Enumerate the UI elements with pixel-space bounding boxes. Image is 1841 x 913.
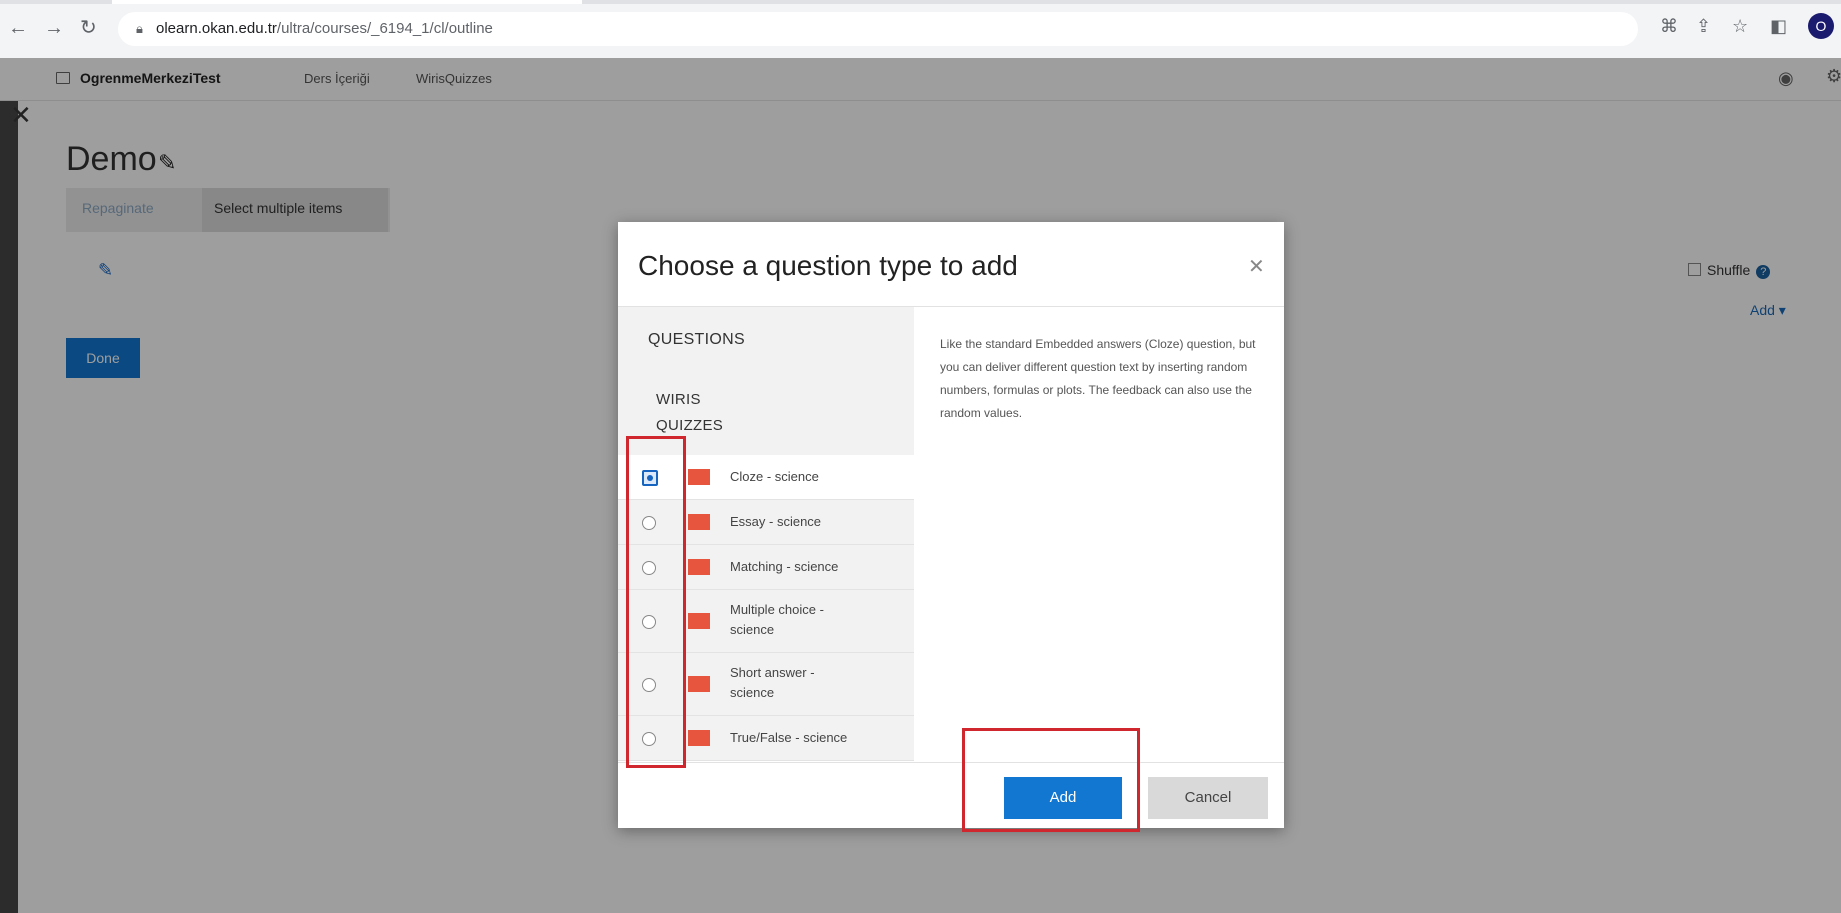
- translate-icon[interactable]: ⌘: [1660, 16, 1678, 37]
- close-icon[interactable]: ✕: [10, 100, 32, 131]
- url-text[interactable]: olearn.okan.edu.tr/ultra/courses/_6194_1…: [156, 20, 493, 37]
- list-item-label: Short answer - science: [730, 665, 815, 700]
- forward-arrow-icon[interactable]: →: [44, 14, 64, 42]
- question-type-dialog: Choose a question type to add ✕ QUESTION…: [618, 222, 1284, 828]
- close-icon[interactable]: ✕: [1248, 254, 1265, 279]
- browser-toolbar: ← → ↻ 🔒︎ olearn.okan.edu.tr/ultra/course…: [0, 0, 1841, 59]
- url-path: /ultra/courses/_6194_1/cl/outline: [276, 20, 493, 37]
- dialog-header: Choose a question type to add ✕: [618, 222, 1284, 307]
- cancel-button[interactable]: Cancel: [1148, 777, 1268, 819]
- matching-icon: [688, 559, 710, 575]
- list-item-label: Multiple choice - science: [730, 602, 824, 637]
- list-item-label: Essay - science: [730, 514, 822, 529]
- list-item-label: Cloze - science: [730, 469, 819, 484]
- lock-icon[interactable]: 🔒︎: [136, 21, 143, 37]
- true-false-icon: [688, 730, 710, 746]
- essay-icon: [688, 514, 710, 530]
- question-type-description: Like the standard Embedded answers (Cloz…: [940, 337, 1256, 420]
- share-icon[interactable]: ⇪: [1696, 16, 1711, 37]
- multiple-choice-icon: [688, 613, 710, 629]
- highlight-box-radio-column: [626, 436, 686, 768]
- list-item-label: True/False - science: [730, 730, 848, 745]
- back-arrow-icon[interactable]: ←: [8, 14, 28, 42]
- url-host: olearn.okan.edu.tr: [156, 20, 277, 37]
- active-tab[interactable]: [112, 0, 582, 4]
- star-icon[interactable]: ☆: [1732, 16, 1748, 37]
- tab-strip: [0, 0, 1841, 4]
- address-bar[interactable]: 🔒︎ olearn.okan.edu.tr/ultra/courses/_619…: [118, 12, 1638, 46]
- short-answer-icon: [688, 676, 710, 692]
- reload-icon[interactable]: ↻: [80, 14, 97, 42]
- cloze-icon: [688, 469, 710, 485]
- dialog-title: Choose a question type to add: [638, 250, 1018, 281]
- dialog-footer: Add Cancel: [618, 762, 1284, 829]
- section-wiris-quizzes: WIRIS QUIZZES: [656, 391, 724, 434]
- highlight-box-add-button: [962, 728, 1140, 832]
- sidebar-icon[interactable]: ◧: [1770, 16, 1787, 37]
- section-questions: QUESTIONS: [648, 331, 745, 348]
- list-item-label: Matching - science: [730, 559, 839, 574]
- profile-avatar[interactable]: O: [1808, 13, 1834, 39]
